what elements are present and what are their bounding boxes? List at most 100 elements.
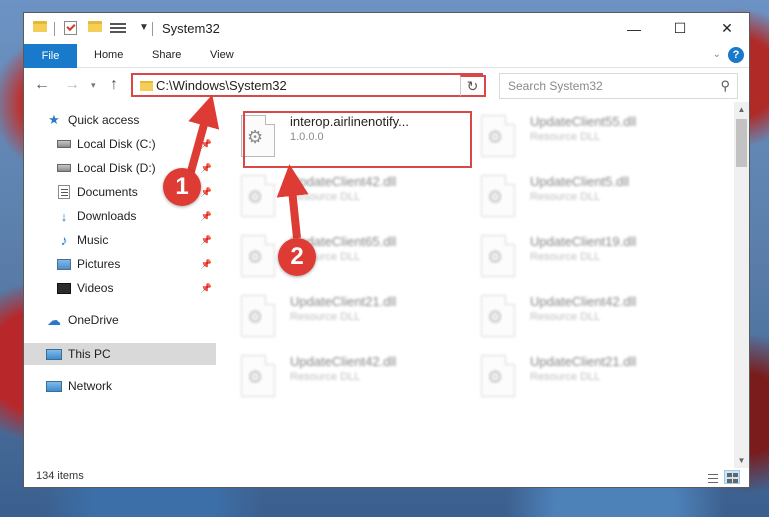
file-type: Resource DLL — [530, 191, 601, 203]
dll-file-icon: ⚙ — [241, 295, 275, 337]
file-item[interactable]: ⚙ UpdateClient55.dll Resource DLL — [461, 109, 681, 161]
dll-file-icon: ⚙ — [481, 115, 515, 157]
status-bar: 134 items — [24, 468, 749, 488]
gear-icon: ⚙ — [487, 187, 504, 207]
sidebar-item-downloads[interactable]: ↓ Downloads 📌 — [24, 205, 216, 227]
file-item[interactable]: ⚙ UpdateClient21.dll Resource DLL — [221, 289, 441, 341]
help-button[interactable]: ? — [728, 47, 744, 63]
file-type: Resource DLL — [530, 371, 601, 383]
sidebar-item-music[interactable]: ♪ Music 📌 — [24, 229, 216, 251]
customize-toolbar-icon[interactable] — [110, 21, 126, 35]
step-1-badge: 1 — [163, 168, 201, 206]
sidebar-item-local-disk-c[interactable]: Local Disk (C:) 📌 — [24, 133, 216, 155]
music-icon: ♪ — [60, 232, 68, 248]
tiles-view-icon[interactable] — [724, 470, 740, 484]
dll-file-icon: ⚙ — [481, 235, 515, 277]
sidebar-item-pictures[interactable]: Pictures 📌 — [24, 253, 216, 275]
ribbon-expand-icon[interactable]: ⌄ — [713, 49, 721, 60]
search-box[interactable]: ⚲ — [499, 73, 738, 99]
file-item[interactable]: ⚙ UpdateClient21.dll Resource DLL — [461, 349, 681, 401]
refresh-button[interactable]: ↻ — [460, 75, 486, 97]
file-item[interactable]: ⚙ UpdateClient65.dll Resource DLL — [221, 229, 441, 281]
pin-icon[interactable]: 📌 — [201, 283, 212, 294]
scrollbar-thumb[interactable] — [736, 119, 747, 167]
dll-file-icon: ⚙ — [241, 175, 275, 217]
gear-icon: ⚙ — [487, 307, 504, 327]
file-type: Resource DLL — [290, 191, 361, 203]
network-icon — [46, 380, 62, 392]
search-icon[interactable]: ⚲ — [720, 78, 730, 94]
sidebar-item-videos[interactable]: Videos 📌 — [24, 277, 216, 299]
file-name: UpdateClient21.dll — [530, 354, 637, 369]
file-name: UpdateClient19.dll — [530, 234, 637, 249]
file-item[interactable]: ⚙ UpdateClient19.dll Resource DLL — [461, 229, 681, 281]
forward-button[interactable]: → — [64, 76, 80, 94]
file-type: Resource DLL — [530, 311, 601, 323]
pin-icon[interactable]: 📌 — [201, 211, 212, 222]
dll-file-icon: ⚙ — [481, 355, 515, 397]
pin-icon[interactable]: 📌 — [201, 259, 212, 270]
pin-icon[interactable]: 📌 — [201, 235, 212, 246]
tab-view[interactable]: View — [210, 49, 234, 61]
sidebar-item-label: Quick access — [68, 113, 140, 127]
sidebar-item-this-pc[interactable]: This PC — [24, 343, 216, 365]
sidebar-item-label: OneDrive — [68, 313, 119, 327]
pictures-icon — [57, 258, 71, 270]
file-explorer-window: ▼ System32 — ☐ ✕ File Home Share View ⌄ … — [23, 12, 750, 488]
sidebar-item-label: This PC — [68, 347, 111, 361]
gear-icon: ⚙ — [247, 367, 264, 387]
file-type: Resource DLL — [530, 131, 601, 143]
sidebar-item-quick-access[interactable]: ★ Quick access — [24, 109, 216, 131]
up-button[interactable]: ↑ — [110, 76, 118, 94]
scroll-down-icon[interactable]: ▼ — [734, 453, 749, 468]
dll-file-icon: ⚙ — [481, 175, 515, 217]
sidebar-item-label: Videos — [77, 281, 114, 295]
details-view-icon[interactable] — [705, 470, 721, 484]
pin-icon[interactable]: 📌 — [201, 139, 212, 150]
gear-icon: ⚙ — [247, 187, 264, 207]
tab-share[interactable]: Share — [152, 49, 181, 61]
sidebar-item-label: Downloads — [77, 209, 137, 223]
address-path[interactable]: C:\Windows\System32 — [156, 78, 287, 93]
sidebar-item-label: Pictures — [77, 257, 121, 271]
navigation-pane: ★ Quick access Local Disk (C:) 📌 Local D… — [24, 109, 216, 469]
pin-icon[interactable]: 📌 — [201, 163, 212, 174]
drive-icon — [57, 164, 71, 172]
sidebar-item-network[interactable]: Network — [24, 375, 216, 397]
folder-icon[interactable] — [33, 21, 47, 32]
vertical-scrollbar[interactable]: ▲ ▼ — [734, 102, 749, 468]
file-type: Resource DLL — [290, 371, 361, 383]
ribbon: File Home Share View ⌄ ? — [24, 44, 749, 68]
sidebar-item-label: Documents — [77, 185, 138, 199]
recent-locations-button[interactable]: ▾ — [91, 80, 96, 91]
scroll-up-icon[interactable]: ▲ — [734, 102, 749, 117]
minimize-button[interactable]: — — [611, 13, 657, 44]
step-2-badge: 2 — [278, 238, 316, 276]
pc-icon — [46, 348, 62, 360]
maximize-button[interactable]: ☐ — [657, 13, 703, 44]
address-bar[interactable]: C:\Windows\System32 ⌄ — [131, 73, 483, 97]
file-type: Resource DLL — [530, 251, 601, 263]
drive-icon — [57, 140, 71, 148]
file-item[interactable]: ⚙ UpdateClient5.dll Resource DLL — [461, 169, 681, 221]
new-folder-icon[interactable] — [88, 21, 102, 32]
file-item[interactable]: ⚙ UpdateClient42.dll Resource DLL — [221, 349, 441, 401]
dll-file-icon: ⚙ — [241, 355, 275, 397]
quick-access-dropdown-icon[interactable]: ▼ — [139, 22, 149, 33]
sidebar-item-label: Network — [68, 379, 113, 393]
sidebar-item-label: Local Disk (C:) — [77, 137, 156, 151]
tab-home[interactable]: Home — [94, 49, 123, 61]
properties-check-icon[interactable] — [64, 21, 77, 35]
file-item[interactable]: ⚙ UpdateClient42.dll Resource DLL — [461, 289, 681, 341]
videos-icon — [57, 282, 71, 294]
file-name: UpdateClient55.dll — [530, 114, 637, 129]
search-input[interactable] — [500, 74, 715, 98]
pin-icon[interactable]: 📌 — [201, 187, 212, 198]
title-separator — [152, 22, 153, 36]
sidebar-item-onedrive[interactable]: ☁ OneDrive — [24, 309, 216, 331]
tab-file[interactable]: File — [24, 44, 77, 68]
download-icon: ↓ — [60, 208, 68, 224]
file-item[interactable]: ⚙ UpdateClient42.dll Resource DLL — [221, 169, 441, 221]
close-button[interactable]: ✕ — [704, 13, 750, 44]
back-button[interactable]: ← — [34, 76, 50, 94]
